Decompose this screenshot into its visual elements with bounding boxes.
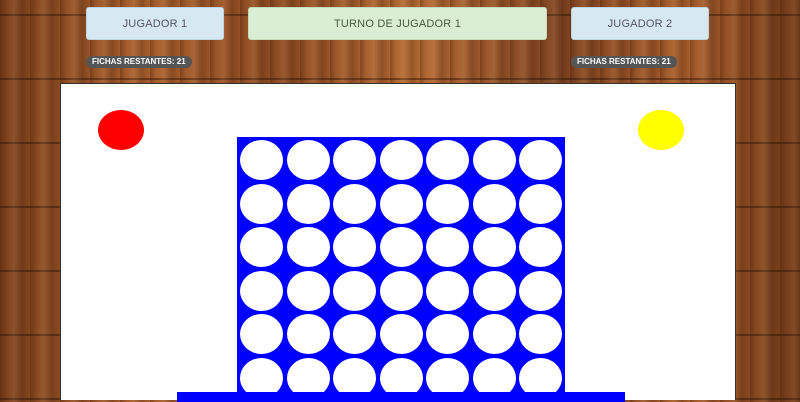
player2-token (638, 110, 684, 150)
board-cell[interactable] (472, 270, 516, 311)
board-cell[interactable] (286, 314, 330, 354)
turn-indicator: TURNO DE JUGADOR 1 (248, 7, 547, 40)
board-cell[interactable] (379, 227, 423, 267)
board-cell[interactable] (519, 183, 562, 224)
board-cell[interactable] (286, 140, 330, 180)
player1-remaining-badge: FICHAS RESTANTES: 21 (86, 56, 192, 68)
board-cell[interactable] (379, 270, 423, 311)
board-cell[interactable] (426, 314, 469, 354)
board-cell[interactable] (519, 314, 562, 354)
player2-remaining-badge: FICHAS RESTANTES: 21 (571, 56, 677, 68)
player1-token (98, 110, 144, 150)
board-cell[interactable] (519, 140, 562, 180)
board-cell[interactable] (426, 183, 469, 224)
board-cell[interactable] (519, 270, 562, 311)
board-cell[interactable] (426, 270, 469, 311)
board-cell[interactable] (240, 270, 283, 311)
board-cell[interactable] (240, 140, 283, 180)
board-cell[interactable] (333, 314, 376, 354)
board-cell[interactable] (379, 183, 423, 224)
board-cell[interactable] (286, 270, 330, 311)
board-cell[interactable] (379, 140, 423, 180)
player2-button[interactable]: JUGADOR 2 (571, 7, 709, 40)
player1-button[interactable]: JUGADOR 1 (86, 7, 224, 40)
board-cell[interactable] (286, 227, 330, 267)
board-cell[interactable] (379, 314, 423, 354)
board-cell[interactable] (426, 227, 469, 267)
game-panel (60, 83, 736, 402)
board-cell[interactable] (472, 227, 516, 267)
board-cell[interactable] (240, 314, 283, 354)
board-cell[interactable] (472, 183, 516, 224)
board-cell[interactable] (286, 183, 330, 224)
board-cell[interactable] (333, 140, 376, 180)
board-cell[interactable] (472, 140, 516, 180)
board-cell[interactable] (333, 183, 376, 224)
board-cell[interactable] (472, 314, 516, 354)
board-cell[interactable] (519, 227, 562, 267)
board-cell[interactable] (333, 270, 376, 311)
board-cell[interactable] (240, 183, 283, 224)
board-base (177, 392, 625, 402)
board-cell[interactable] (426, 140, 469, 180)
board-cell[interactable] (240, 227, 283, 267)
board-cell[interactable] (333, 227, 376, 267)
connect-four-grid[interactable] (237, 137, 565, 401)
